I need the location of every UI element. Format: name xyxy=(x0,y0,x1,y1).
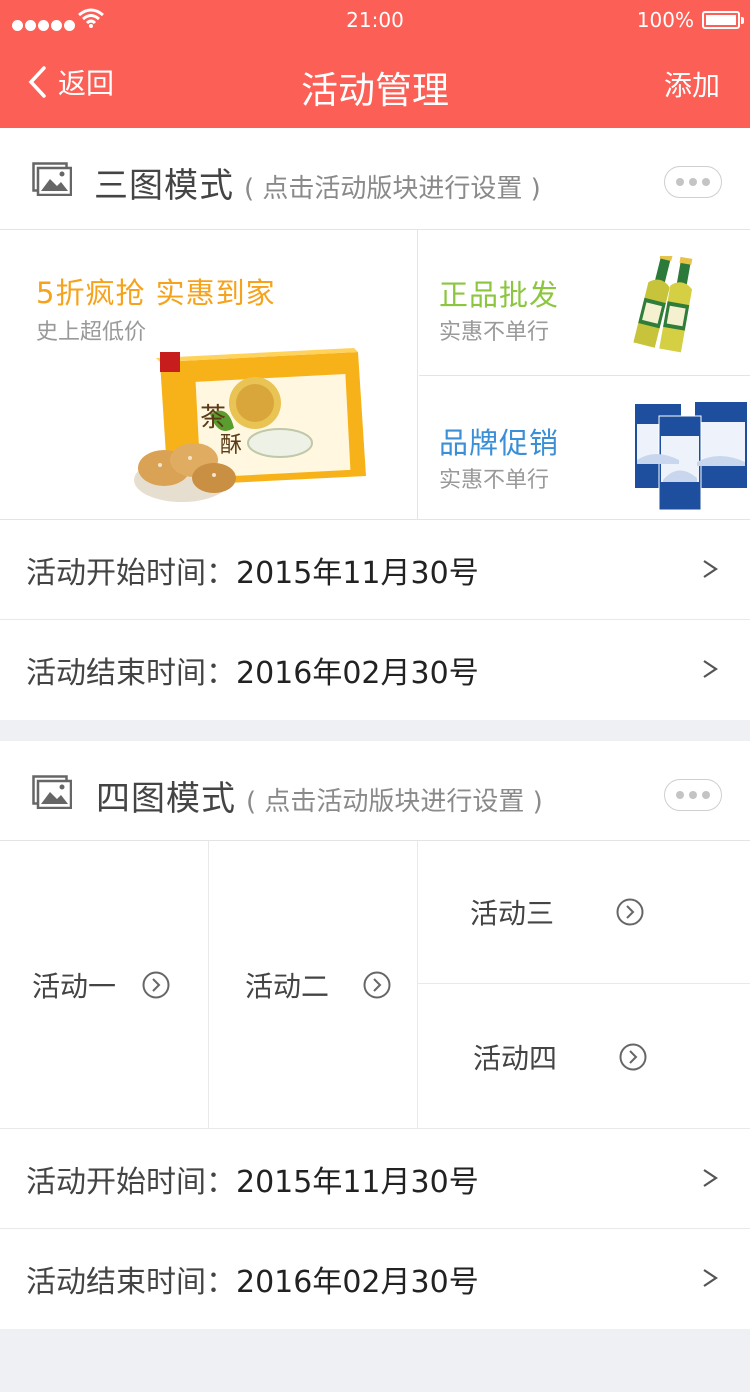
activity-label: 活动三 xyxy=(470,897,555,930)
activity-label: 活动四 xyxy=(473,1041,558,1075)
nav-bar: 返回 活动管理 添加 xyxy=(0,40,750,128)
svg-text:酥: 酥 xyxy=(220,433,242,458)
chevron-right-icon xyxy=(703,660,718,678)
end-time-row[interactable]: 活动结束时间： 2016年02月30号 xyxy=(0,620,750,720)
start-time-row[interactable]: 活动开始时间： 2015年11月30号 xyxy=(0,520,750,620)
activity-4-block[interactable]: 活动四 xyxy=(418,984,750,1129)
back-button[interactable]: 返回 xyxy=(28,62,114,102)
battery-percent: 100% xyxy=(636,8,694,32)
four-mode-panel: 四图模式 ( 点击活动版块进行设置 ) 活动一 活动二 活动三 活动四 活动开始时… xyxy=(0,741,750,1329)
promo-main-title: 5折疯抢 实惠到家 xyxy=(36,276,276,310)
chevron-right-icon xyxy=(703,1269,718,1287)
end-time-label: 活动结束时间： xyxy=(26,1265,236,1300)
start-time-value: 2015年11月30号 xyxy=(236,555,479,591)
promo-main-subtitle: 史上超低价 xyxy=(36,320,147,345)
status-bar: 21:00 100% xyxy=(0,0,750,40)
panel-title: 三图模式 ( 点击活动版块进行设置 ) xyxy=(94,158,541,207)
circle-arrow-right-icon xyxy=(619,1043,647,1070)
promo-bottom-right-title: 品牌促销 xyxy=(439,426,560,460)
promo-top-right-title: 正品批发 xyxy=(439,278,560,312)
picture-icon xyxy=(32,775,72,809)
end-time-label: 活动结束时间： xyxy=(26,656,236,691)
panel-title-text: 三图模式 xyxy=(94,166,234,206)
circle-arrow-right-icon xyxy=(142,971,170,999)
panel-title: 四图模式 ( 点击活动版块进行设置 ) xyxy=(96,771,543,820)
three-image-grid: 5折疯抢 实惠到家 史上超低价 茶 酥 正品批发 实惠不单行 品牌促销 实惠不单… xyxy=(0,230,750,520)
promo-main-block[interactable]: 5折疯抢 实惠到家 史上超低价 茶 酥 xyxy=(0,230,418,520)
panel-hint: ( 点击活动版块进行设置 ) xyxy=(246,787,543,817)
four-image-grid: 活动一 活动二 活动三 活动四 xyxy=(0,841,750,1129)
chevron-right-icon xyxy=(703,560,718,578)
beer-bottles-image xyxy=(633,256,693,353)
end-time-value: 2016年02月30号 xyxy=(236,656,479,691)
start-time-row[interactable]: 活动开始时间： 2015年11月30号 xyxy=(0,1129,750,1229)
promo-top-right-subtitle: 实惠不单行 xyxy=(439,320,550,345)
circle-arrow-right-icon xyxy=(363,971,391,999)
four-mode-header[interactable]: 四图模式 ( 点击活动版块进行设置 ) xyxy=(0,741,750,841)
activity-label: 活动一 xyxy=(32,970,117,1003)
start-time-value: 2015年11月30号 xyxy=(236,1164,479,1200)
app-header: 21:00 100% 返回 活动管理 添加 xyxy=(0,0,750,128)
end-time-row[interactable]: 活动结束时间： 2016年02月30号 xyxy=(0,1229,750,1329)
tea-cake-product-image: 茶 酥 xyxy=(134,348,366,502)
chevron-left-icon xyxy=(28,66,46,98)
chevron-right-icon xyxy=(703,1169,718,1187)
three-mode-panel: 三图模式 ( 点击活动版块进行设置 ) 5折疯抢 实惠到家 史上超低价 茶 酥 正… xyxy=(0,128,750,720)
three-mode-header[interactable]: 三图模式 ( 点击活动版块进行设置 ) xyxy=(0,128,750,230)
back-label: 返回 xyxy=(58,67,115,100)
more-options-button[interactable] xyxy=(664,779,722,811)
circle-arrow-right-icon xyxy=(616,898,644,926)
activity-3-block[interactable]: 活动三 xyxy=(418,841,750,984)
start-time-label: 活动开始时间： xyxy=(26,1164,236,1200)
promo-bottom-right-block[interactable]: 品牌促销 实惠不单行 xyxy=(419,376,750,520)
promo-bottom-right-subtitle: 实惠不单行 xyxy=(439,468,550,493)
activity-1-block[interactable]: 活动一 xyxy=(0,841,209,1129)
promo-top-right-block[interactable]: 正品批发 实惠不单行 xyxy=(419,230,750,376)
picture-icon xyxy=(32,162,72,196)
add-button[interactable]: 添加 xyxy=(664,64,720,104)
svg-text:茶: 茶 xyxy=(200,403,226,433)
battery-icon xyxy=(702,11,744,29)
activity-label: 活动二 xyxy=(245,970,330,1003)
activity-2-block[interactable]: 活动二 xyxy=(209,841,418,1129)
panel-hint: ( 点击活动版块进行设置 ) xyxy=(244,174,541,204)
start-time-label: 活动开始时间： xyxy=(26,555,236,591)
more-options-button[interactable] xyxy=(664,166,722,198)
milk-cartons-image xyxy=(635,402,747,511)
end-time-value: 2016年02月30号 xyxy=(236,1265,479,1300)
panel-title-text: 四图模式 xyxy=(96,779,236,819)
